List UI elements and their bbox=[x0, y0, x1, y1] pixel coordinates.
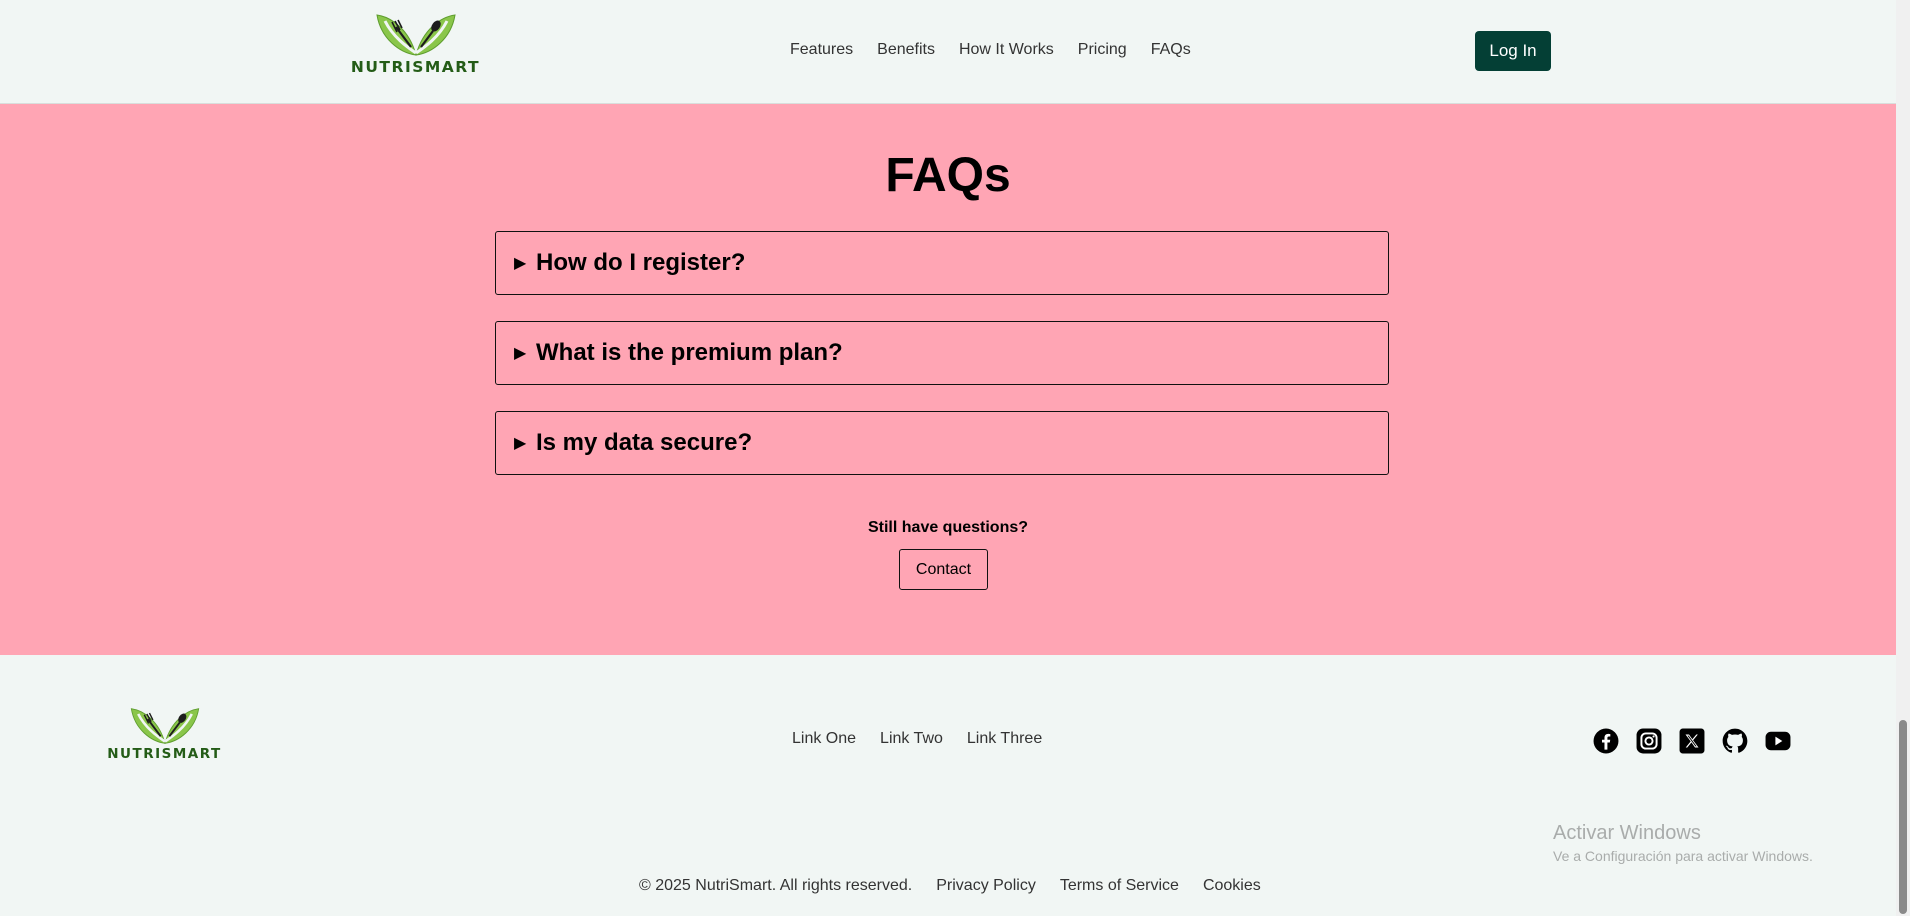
youtube-icon[interactable] bbox=[1765, 728, 1791, 754]
terms-of-service-link[interactable]: Terms of Service bbox=[1060, 877, 1179, 895]
triangle-right-icon: ▶ bbox=[514, 255, 527, 272]
faq-title: FAQs bbox=[885, 149, 1011, 202]
leaf-logo-icon bbox=[130, 708, 199, 744]
nav-features[interactable]: Features bbox=[790, 41, 853, 59]
faq-section: FAQs ▶ How do I register? ▶ What is the … bbox=[0, 104, 1896, 655]
github-icon[interactable] bbox=[1722, 728, 1748, 754]
main-nav: Features Benefits How It Works Pricing F… bbox=[790, 41, 1191, 59]
footer-link-two[interactable]: Link Two bbox=[880, 730, 943, 748]
nav-benefits[interactable]: Benefits bbox=[877, 41, 935, 59]
watermark-subtitle: Ve a Configuración para activar Windows. bbox=[1553, 848, 1813, 864]
triangle-right-icon: ▶ bbox=[514, 435, 527, 452]
watermark-title: Activar Windows bbox=[1553, 822, 1701, 844]
triangle-right-icon: ▶ bbox=[514, 345, 527, 362]
faq-item-data-secure[interactable]: ▶ Is my data secure? bbox=[495, 411, 1389, 475]
scrollbar-thumb[interactable] bbox=[1899, 720, 1907, 914]
still-have-questions-text: Still have questions? bbox=[867, 519, 1029, 536]
faq-question: What is the premium plan? bbox=[536, 339, 843, 366]
windows-activation-watermark: Activar Windows Ve a Configuración para … bbox=[1553, 822, 1813, 864]
facebook-icon[interactable] bbox=[1593, 728, 1619, 754]
site-footer: NUTRISMART Link One Link Two Link Three bbox=[0, 655, 1896, 916]
nav-faqs[interactable]: FAQs bbox=[1151, 41, 1191, 59]
login-button[interactable]: Log In bbox=[1475, 31, 1551, 71]
legal-bar: © 2025 NutriSmart. All rights reserved. … bbox=[639, 877, 1261, 895]
faq-item-register[interactable]: ▶ How do I register? bbox=[495, 231, 1389, 295]
copyright-text: © 2025 NutriSmart. All rights reserved. bbox=[639, 877, 913, 894]
footer-link-one[interactable]: Link One bbox=[792, 730, 856, 748]
instagram-icon[interactable] bbox=[1636, 728, 1662, 754]
site-header: NUTRISMART Features Benefits How It Work… bbox=[0, 0, 1896, 104]
footer-link-three[interactable]: Link Three bbox=[967, 730, 1042, 748]
vertical-scrollbar[interactable] bbox=[1896, 0, 1910, 916]
faq-question: Is my data secure? bbox=[536, 429, 753, 456]
social-links bbox=[1593, 728, 1791, 754]
nav-how-it-works[interactable]: How It Works bbox=[959, 41, 1054, 59]
header-logo[interactable]: NUTRISMART bbox=[347, 13, 484, 76]
cookies-link[interactable]: Cookies bbox=[1203, 877, 1261, 895]
footer-links: Link One Link Two Link Three bbox=[792, 730, 1042, 748]
faq-question: How do I register? bbox=[536, 249, 746, 276]
x-icon[interactable] bbox=[1679, 728, 1705, 754]
logo-wordmark: NUTRISMART bbox=[350, 58, 481, 76]
faq-item-premium-plan[interactable]: ▶ What is the premium plan? bbox=[495, 321, 1389, 385]
leaf-logo-icon bbox=[375, 14, 456, 56]
logo-wordmark: NUTRISMART bbox=[107, 746, 222, 762]
footer-logo[interactable]: NUTRISMART bbox=[104, 707, 225, 762]
nav-pricing[interactable]: Pricing bbox=[1078, 41, 1127, 59]
privacy-policy-link[interactable]: Privacy Policy bbox=[936, 877, 1036, 895]
contact-button[interactable]: Contact bbox=[899, 549, 988, 590]
